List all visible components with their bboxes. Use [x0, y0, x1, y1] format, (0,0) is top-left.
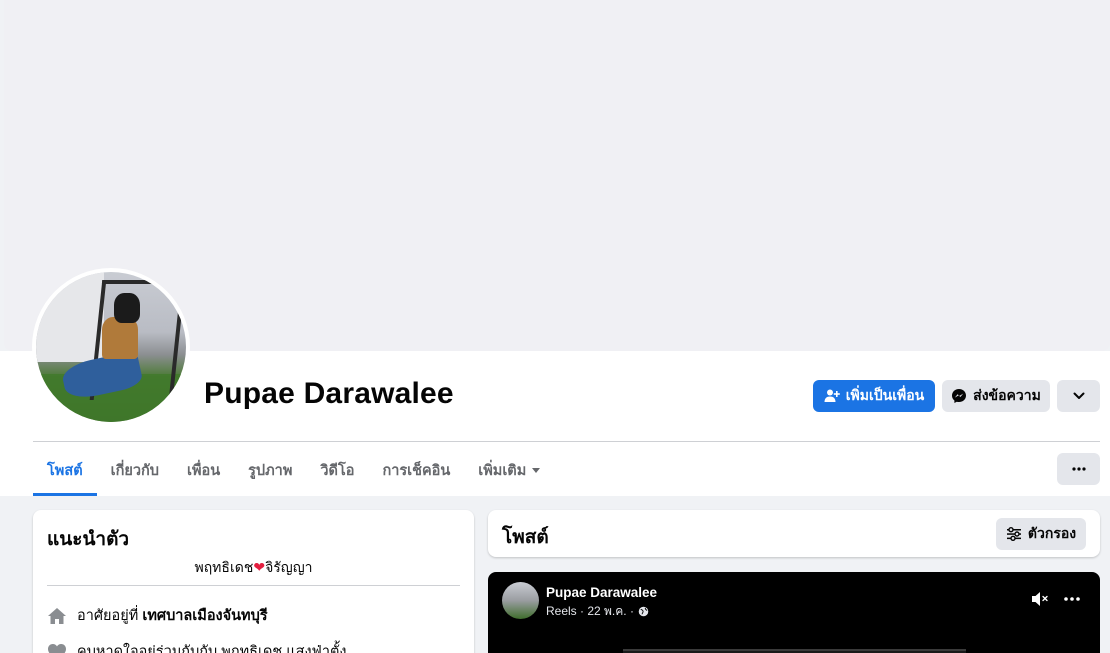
- bio-text: พฤทธิเดช: [194, 559, 254, 575]
- intro-card: แนะนำตัว พฤทธิเดช❤จิรัญญา อาศัยอยู่ที่ เ…: [33, 510, 474, 653]
- add-friend-icon: [824, 389, 840, 402]
- add-friend-button[interactable]: เพิ่มเป็นเพื่อน: [813, 380, 935, 412]
- relationship-heart-icon: [47, 642, 67, 653]
- tab-label: เกี่ยวกับ: [110, 463, 159, 479]
- tab-friends[interactable]: เพื่อน: [173, 445, 234, 496]
- message-label: ส่งข้อความ: [973, 387, 1041, 403]
- lives-prefix: อาศัยอยู่ที่: [77, 608, 139, 624]
- tab-photos[interactable]: รูปภาพ: [234, 445, 306, 496]
- heart-icon: ❤: [253, 559, 266, 575]
- tab-more[interactable]: เพิ่มเติม: [464, 445, 554, 496]
- filter-button[interactable]: ตัวกรอง: [996, 518, 1086, 550]
- profile-tabs: โพสต์ เกี่ยวกับ เพื่อน รูปภาพ วิดีโอ การ…: [33, 445, 554, 496]
- tab-checkins[interactable]: การเช็คอิน: [368, 445, 464, 496]
- chevron-down-icon: [1073, 392, 1084, 399]
- reel-video-frame[interactable]: [623, 649, 966, 653]
- caret-down-icon: [532, 468, 541, 473]
- tab-label: เพื่อน: [186, 463, 221, 479]
- intro-lives-in: อาศัยอยู่ที่ เทศบาลเมืองจันทบุรี: [47, 604, 268, 627]
- mute-icon[interactable]: [1030, 590, 1050, 608]
- profile-name: Pupae Darawalee: [204, 377, 454, 410]
- intro-relationship: คบหาดูใจอยู่ร่วมกับกับ พฤทธิเดช แสงฟ่าตั…: [47, 640, 346, 653]
- tab-posts[interactable]: โพสต์: [33, 445, 97, 496]
- tab-label: วิดีโอ: [320, 463, 355, 479]
- intro-bio: พฤทธิเดช❤จิรัญญา: [47, 557, 460, 579]
- header-divider: [33, 441, 1100, 442]
- filter-label: ตัวกรอง: [1027, 525, 1077, 541]
- relationship-text: คบหาดูใจอยู่ร่วมกับกับ พฤทธิเดช แสงฟ่าตั…: [77, 644, 347, 653]
- reel-author-avatar[interactable]: [502, 582, 539, 619]
- reel-meta-text: Reels · 22 พ.ค. ·: [546, 604, 634, 618]
- lives-place-link[interactable]: เทศบาลเมืองจันทบุรี: [142, 608, 267, 624]
- reel-author-name[interactable]: Pupae Darawalee: [546, 585, 657, 600]
- bio-text: จิรัญญา: [265, 559, 313, 575]
- reel-post[interactable]: Pupae Darawalee Reels · 22 พ.ค. ·: [488, 572, 1100, 653]
- profile-options-button[interactable]: [1057, 380, 1100, 412]
- more-dots-icon[interactable]: [1064, 597, 1080, 601]
- tab-videos[interactable]: วิดีโอ: [306, 445, 368, 496]
- posts-header-card: โพสต์ ตัวกรอง: [488, 510, 1100, 557]
- messenger-icon: [952, 389, 967, 403]
- posts-title: โพสต์: [502, 527, 549, 548]
- tab-label: เพิ่มเติม: [478, 463, 527, 479]
- more-options-button[interactable]: [1057, 453, 1100, 485]
- reel-meta: Reels · 22 พ.ค. ·: [546, 602, 649, 621]
- tab-about[interactable]: เกี่ยวกับ: [97, 445, 173, 496]
- more-dots-icon: [1071, 467, 1086, 471]
- filter-icon: [1006, 527, 1021, 541]
- home-icon: [47, 606, 67, 626]
- add-friend-label: เพิ่มเป็นเพื่อน: [845, 387, 925, 403]
- intro-divider: [47, 585, 460, 586]
- reel-controls: [1030, 590, 1080, 608]
- globe-icon: [638, 606, 649, 617]
- tab-label: โพสต์: [47, 463, 83, 479]
- avatar-image: [36, 272, 186, 422]
- profile-avatar[interactable]: [32, 268, 190, 426]
- intro-title: แนะนำตัว: [47, 529, 130, 550]
- message-button[interactable]: ส่งข้อความ: [942, 380, 1050, 412]
- tab-label: การเช็คอิน: [382, 463, 451, 479]
- tab-label: รูปภาพ: [248, 463, 293, 479]
